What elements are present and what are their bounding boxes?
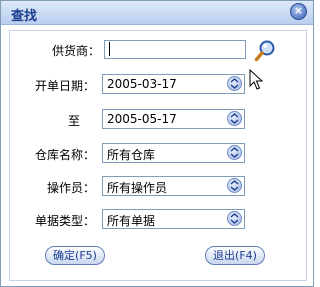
close-symbol: × xyxy=(293,4,304,17)
chevron-down-icon[interactable] xyxy=(227,211,242,226)
start-date-value: 2005-03-17 xyxy=(107,77,177,91)
end-date-select[interactable]: 2005-05-17 xyxy=(102,109,245,129)
supplier-label: 供货商： xyxy=(51,44,100,58)
magnifier-icon[interactable] xyxy=(254,39,278,63)
start-date-select[interactable]: 2005-03-17 xyxy=(102,74,245,94)
doc-type-label: 单据类型： xyxy=(34,214,95,228)
doc-type-select[interactable]: 所有单据 xyxy=(102,209,245,229)
end-date-value: 2005-05-17 xyxy=(107,112,177,126)
warehouse-select[interactable]: 所有仓库 xyxy=(102,143,245,163)
dialog-title: 查找 xyxy=(11,9,38,24)
operator-label: 操作员： xyxy=(46,181,95,195)
close-icon[interactable]: × xyxy=(290,3,307,20)
end-date-label: 至 xyxy=(67,114,80,128)
confirm-button[interactable]: 确定(F5) xyxy=(45,246,105,265)
supplier-input[interactable] xyxy=(104,40,246,59)
operator-value: 所有操作员 xyxy=(107,181,168,195)
chevron-down-icon[interactable] xyxy=(227,178,242,193)
warehouse-value: 所有仓库 xyxy=(107,148,156,162)
chevron-down-icon[interactable] xyxy=(227,111,242,126)
text-caret xyxy=(109,42,110,56)
doc-type-value: 所有单据 xyxy=(107,214,156,228)
operator-select[interactable]: 所有操作员 xyxy=(102,176,245,196)
chevron-down-icon[interactable] xyxy=(227,145,242,160)
chevron-down-icon[interactable] xyxy=(227,76,242,91)
mouse-pointer-icon xyxy=(249,69,263,90)
start-date-label: 开单日期： xyxy=(34,79,95,93)
title-bar: 查找 × xyxy=(1,1,313,25)
warehouse-label: 仓库名称： xyxy=(34,148,95,162)
exit-button[interactable]: 退出(F4) xyxy=(205,246,265,265)
